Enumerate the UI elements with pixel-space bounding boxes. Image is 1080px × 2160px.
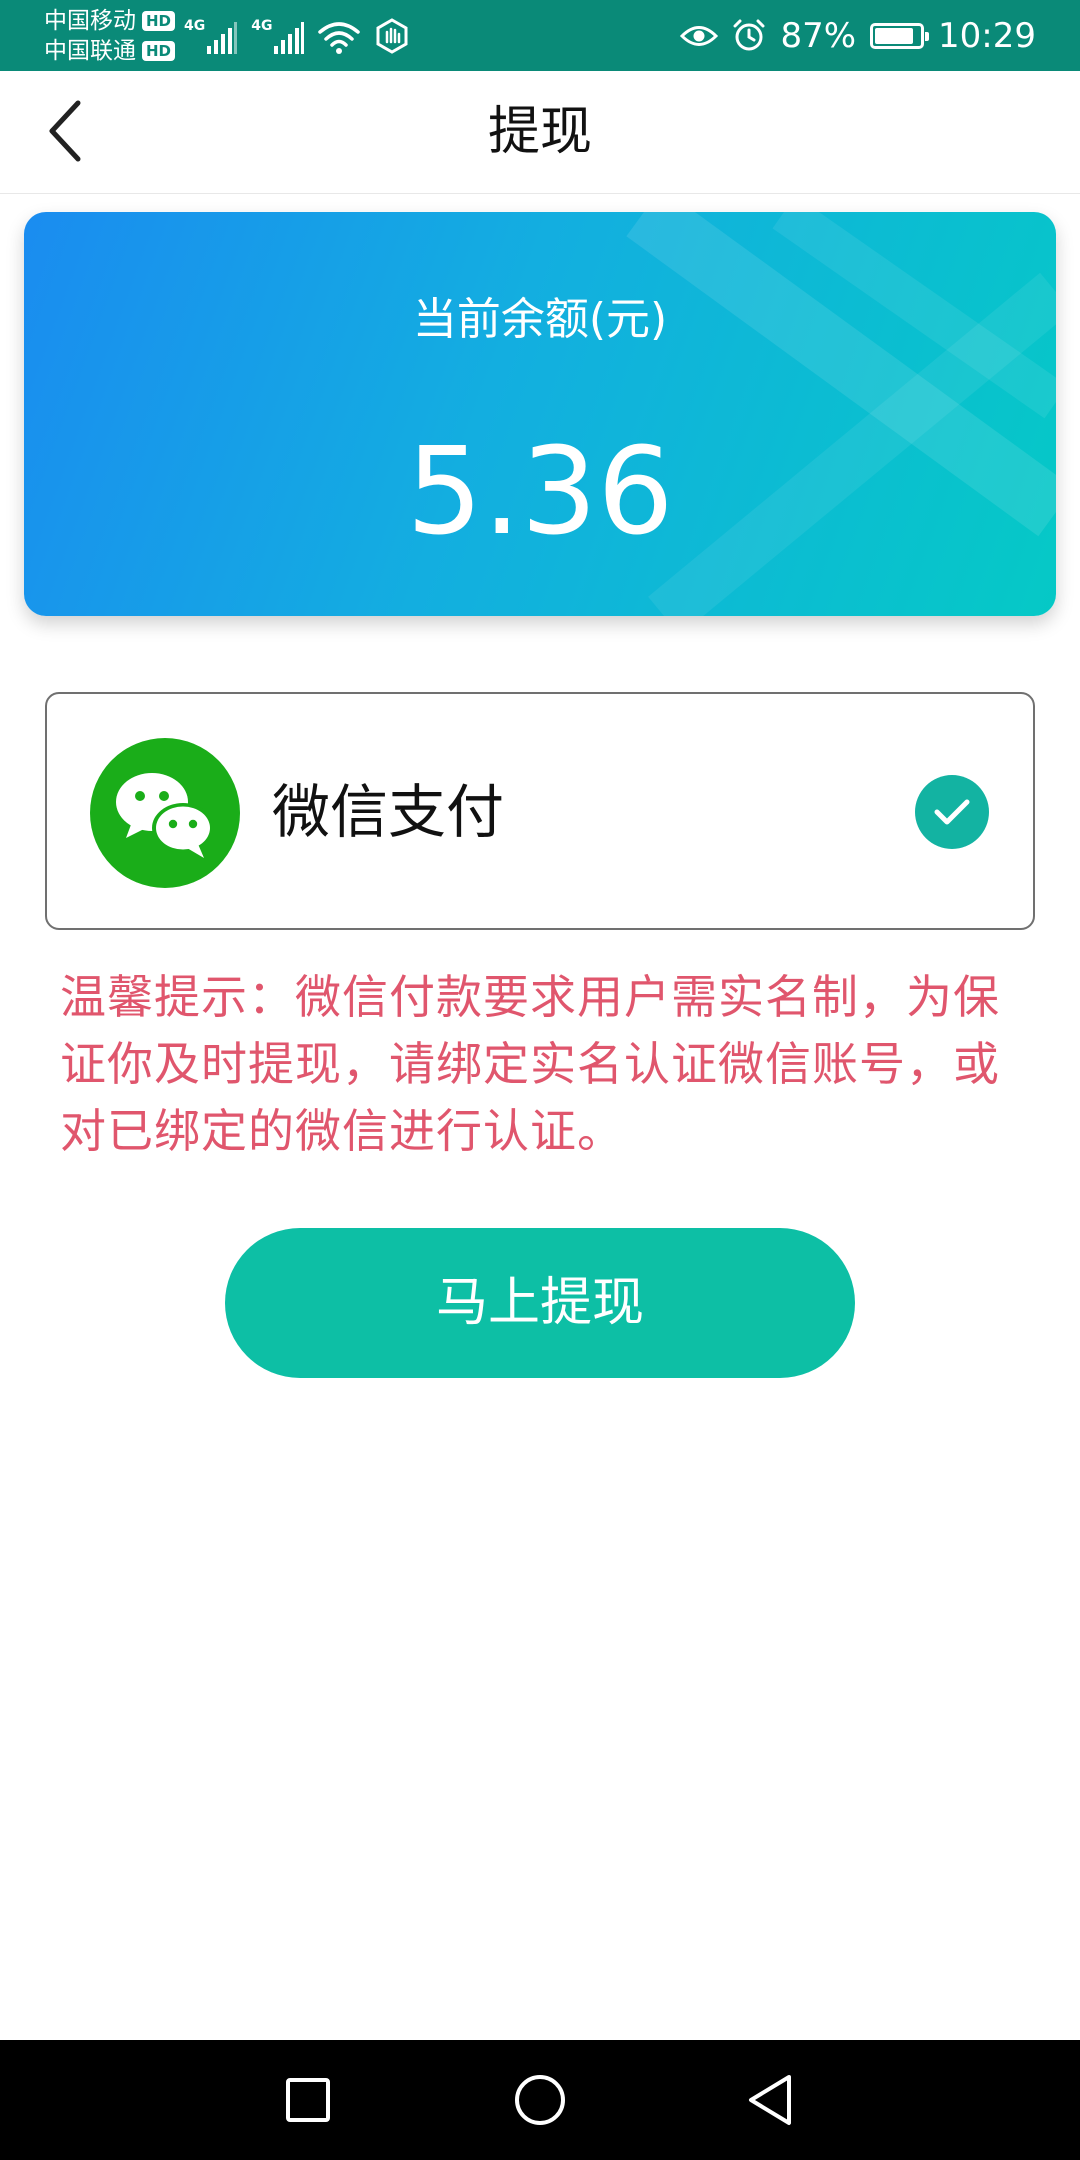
alarm-icon — [733, 19, 765, 50]
system-back-button[interactable] — [740, 2070, 800, 2130]
carrier-row-1: 中国移动 HD — [44, 6, 176, 36]
circle-icon — [515, 2075, 565, 2125]
recent-apps-button[interactable] — [278, 2070, 338, 2130]
balance-label: 当前余额(元) — [412, 294, 668, 345]
balance-amount: 5.36 — [406, 423, 674, 562]
status-bar: 中国移动 HD 中国联通 HD 4G 4G 87% 10:29 — [0, 0, 1080, 71]
signal-2: 4G — [251, 14, 305, 54]
payment-option-wechat[interactable]: 微信支付 — [45, 692, 1035, 930]
network-1-label: 4G — [184, 18, 206, 34]
hd-badge-2: HD — [142, 41, 176, 61]
wechat-icon — [90, 738, 240, 888]
network-2-label: 4G — [251, 18, 273, 34]
home-button[interactable] — [510, 2070, 570, 2130]
check-icon — [934, 799, 970, 825]
warm-tip: 温馨提示：微信付款要求用户需实名制，为保证你及时提现，请绑定实名认证微信账号，或… — [60, 970, 1000, 1158]
square-icon — [286, 2078, 330, 2122]
signal-icon — [207, 22, 238, 54]
signal-indicators: 4G 4G — [184, 14, 410, 54]
page-title: 提现 — [487, 102, 592, 162]
status-right: 87% 10:29 — [680, 0, 1036, 71]
carrier-2-label: 中国联通 — [44, 38, 136, 64]
signal-icon — [274, 22, 305, 54]
selected-indicator[interactable] — [915, 775, 989, 849]
balance-card: 当前余额(元) 5.36 — [24, 212, 1056, 616]
carrier-info: 中国移动 HD 中国联通 HD — [44, 6, 176, 66]
carrier-row-2: 中国联通 HD — [44, 36, 176, 66]
battery-icon — [870, 22, 930, 49]
hand-icon — [376, 18, 408, 54]
carrier-1-label: 中国移动 — [44, 8, 136, 34]
wifi-icon — [318, 22, 361, 54]
payment-method-label: 微信支付 — [272, 778, 505, 846]
status-time: 10:29 — [938, 15, 1036, 56]
battery-percent: 87% — [780, 15, 857, 56]
nav-bar: 提现 — [0, 71, 1080, 194]
triangle-back-icon — [749, 2075, 791, 2125]
withdraw-button[interactable]: 马上提现 — [225, 1228, 855, 1378]
eye-icon — [680, 25, 719, 46]
hd-badge-1: HD — [142, 11, 176, 31]
signal-1: 4G — [184, 14, 238, 54]
withdraw-screen: 中国移动 HD 中国联通 HD 4G 4G 87% 10:29 提现 当前余额(… — [0, 0, 1080, 2160]
system-nav-bar — [0, 2040, 1080, 2160]
battery-level-fill — [875, 27, 914, 44]
